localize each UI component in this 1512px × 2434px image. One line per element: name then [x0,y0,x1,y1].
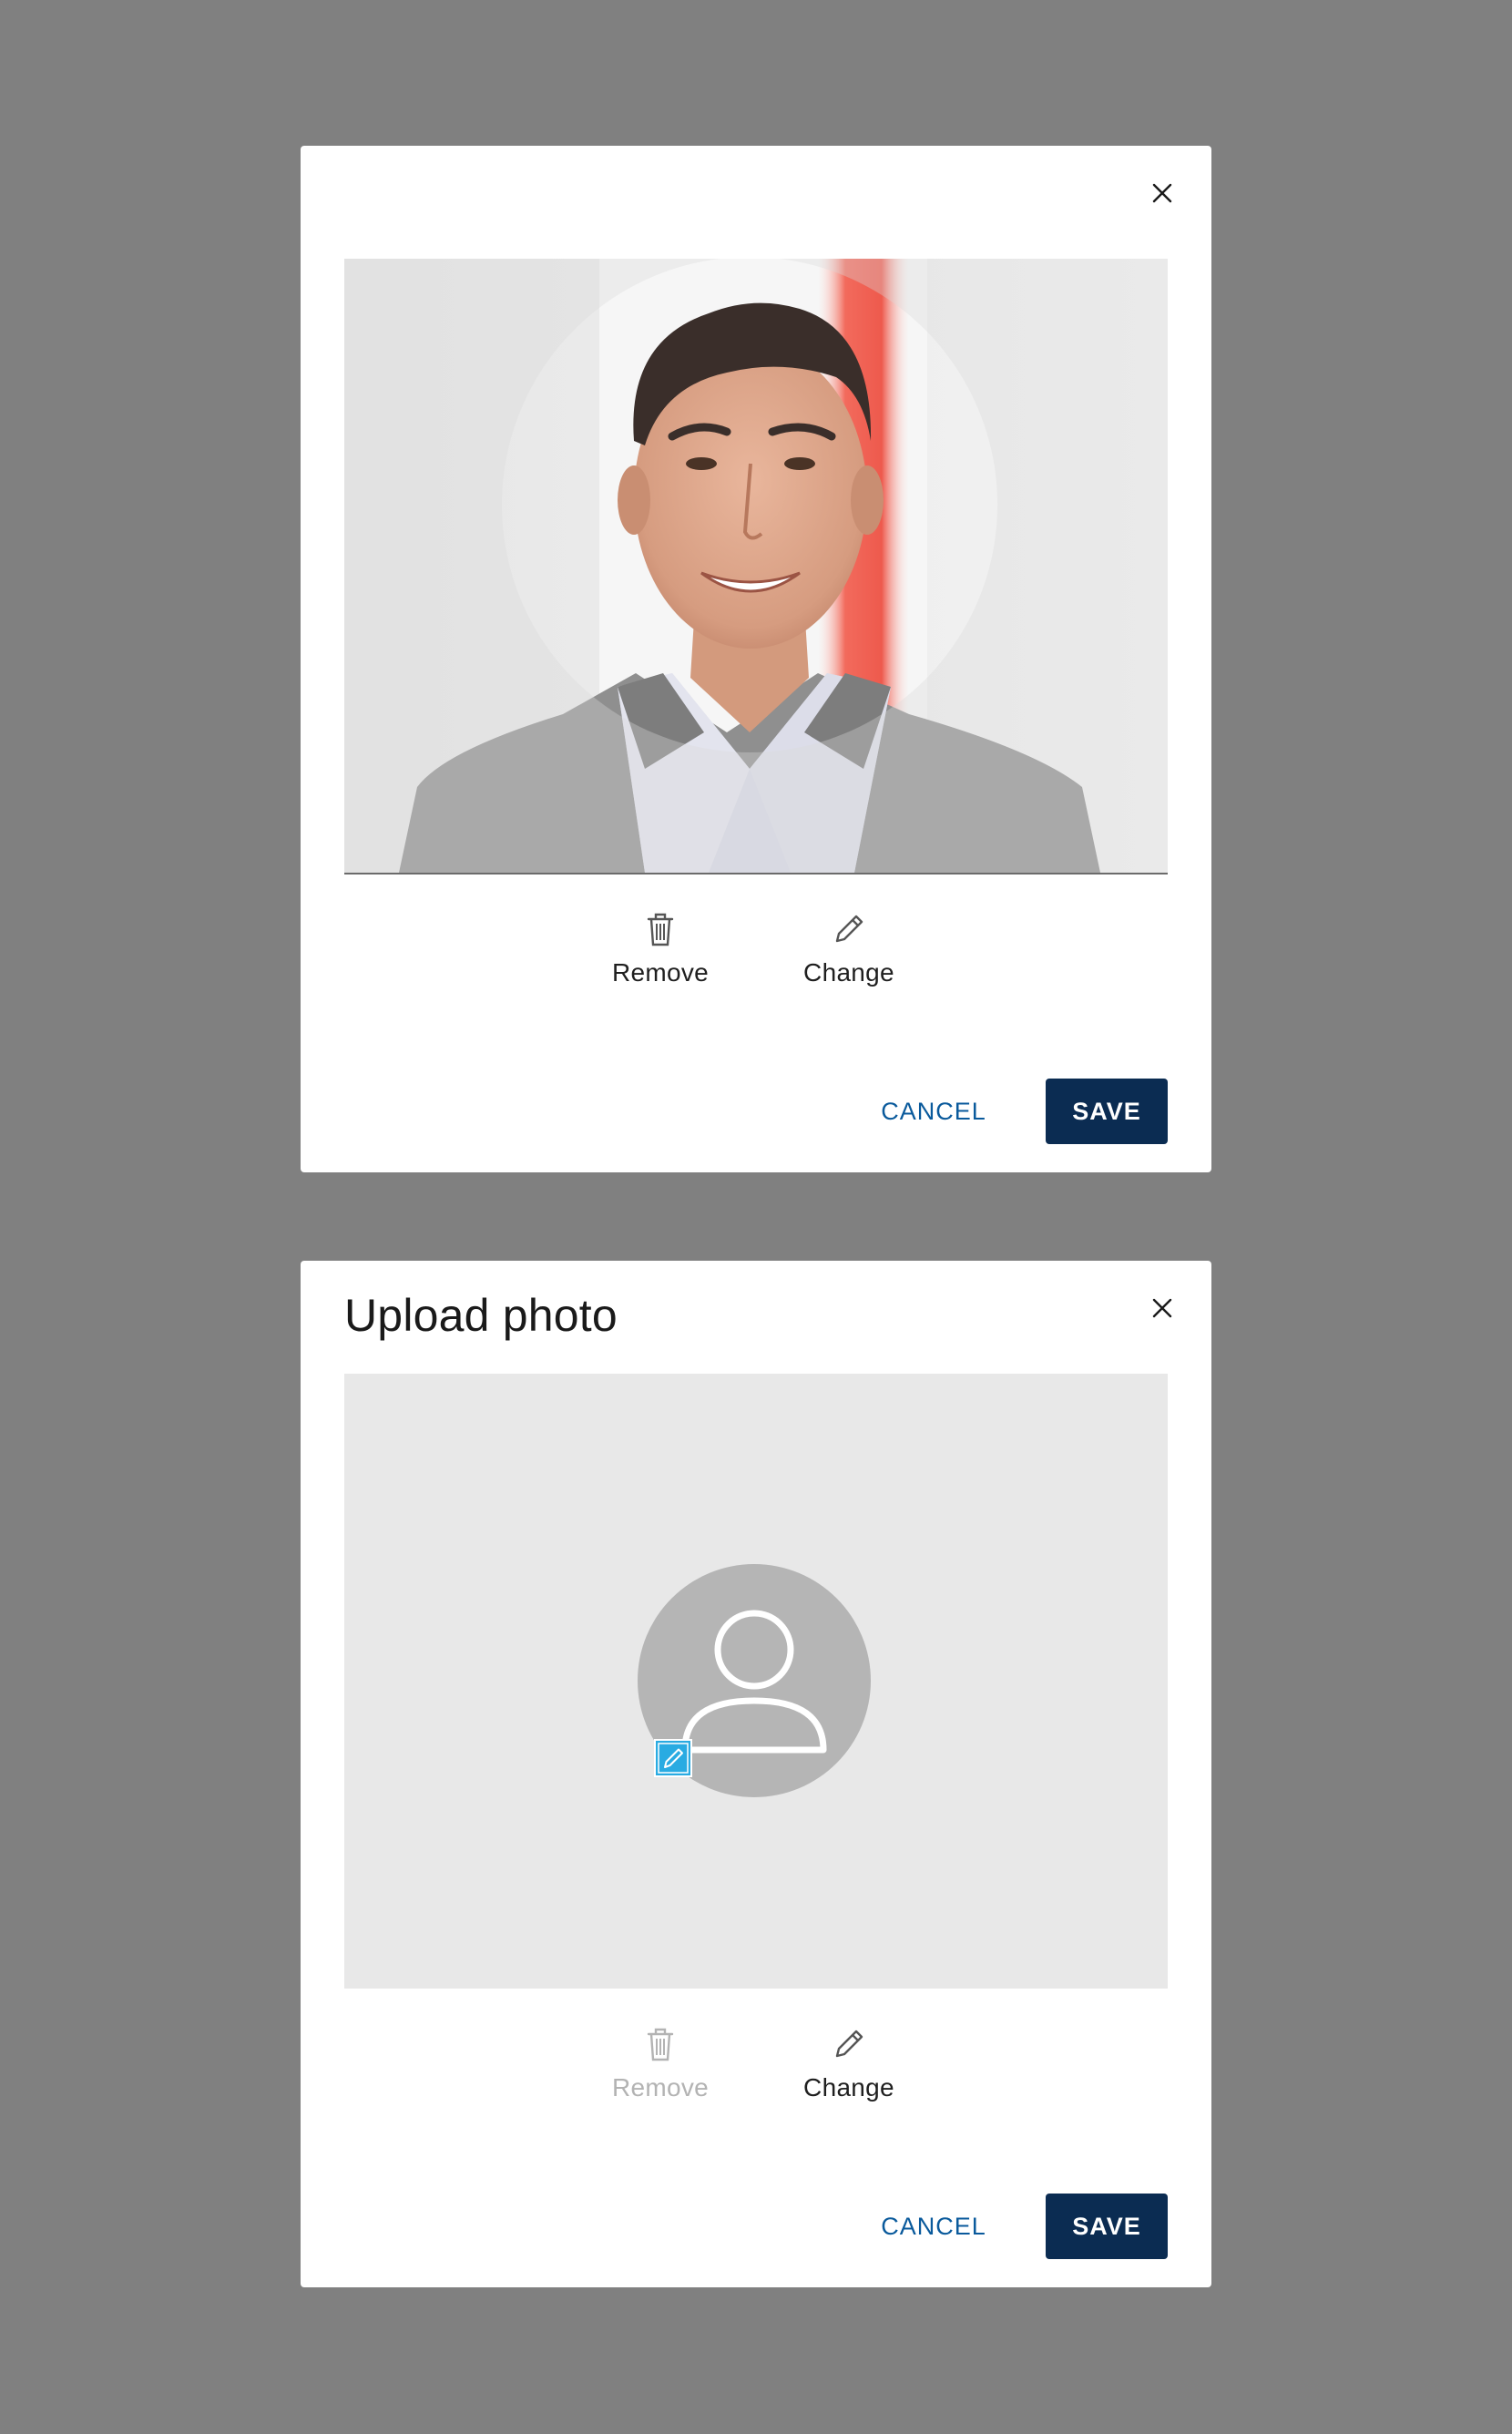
close-icon [1152,1298,1172,1318]
remove-action[interactable]: Remove [592,909,729,1000]
dialog-title: Upload photo [344,1290,618,1341]
dialog-footer: CANCEL SAVE [301,1079,1211,1144]
edit-badge-button[interactable] [654,1739,692,1777]
cancel-button[interactable]: CANCEL [874,2194,993,2259]
change-action[interactable]: Change [781,2024,917,2115]
trash-icon [647,913,674,946]
dialog-footer: CANCEL SAVE [301,2194,1211,2259]
close-icon [1152,183,1172,203]
upload-photo-dialog: Upload photo Remove Change CANCEL SAVE [301,1261,1211,2287]
cancel-button[interactable]: CANCEL [874,1079,993,1144]
edit-photo-dialog: Remove Change CANCEL SAVE [301,146,1211,1172]
close-button[interactable] [1140,1286,1184,1330]
change-label: Change [803,2073,894,2102]
photo-preview[interactable] [344,259,1168,874]
trash-icon [647,2028,674,2061]
profile-photo [344,259,1168,873]
photo-placeholder-area[interactable] [344,1374,1168,1989]
save-button[interactable]: SAVE [1046,1079,1168,1144]
change-action[interactable]: Change [781,909,917,1000]
photo-actions: Remove Change [301,909,1211,1000]
close-button[interactable] [1140,171,1184,215]
change-label: Change [803,958,894,987]
avatar-placeholder[interactable] [638,1564,871,1797]
pencil-icon [835,2030,863,2058]
remove-action: Remove [592,2024,729,2115]
pencil-icon [835,915,863,943]
save-button[interactable]: SAVE [1046,2194,1168,2259]
remove-label: Remove [611,2073,710,2102]
edit-badge-icon [654,1739,692,1777]
remove-label: Remove [611,958,710,987]
photo-actions: Remove Change [301,2024,1211,2115]
